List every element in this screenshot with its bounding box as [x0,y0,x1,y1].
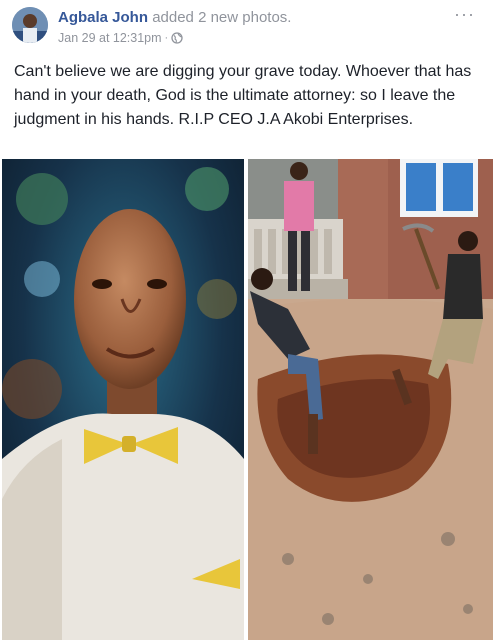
author-avatar[interactable] [12,7,48,43]
feed-post: Agbala John added 2 new photos. Jan 29 a… [0,0,493,640]
author-name-link[interactable]: Agbala John [58,9,148,26]
post-meta: Jan 29 at 12:31pm · [58,31,183,45]
meta-separator: · [164,32,169,44]
portrait-photo[interactable] [2,159,244,640]
more-options-button[interactable]: ··· [454,4,475,25]
post-timestamp[interactable]: Jan 29 at 12:31pm [58,31,162,45]
post-header: Agbala John added 2 new photos. [58,9,291,26]
post-action-text: added 2 new photos. [152,9,292,26]
post-message: Can't believe we are digging your grave … [14,63,472,128]
grave-digging-photo[interactable] [248,159,493,640]
globe-icon[interactable] [171,32,183,44]
